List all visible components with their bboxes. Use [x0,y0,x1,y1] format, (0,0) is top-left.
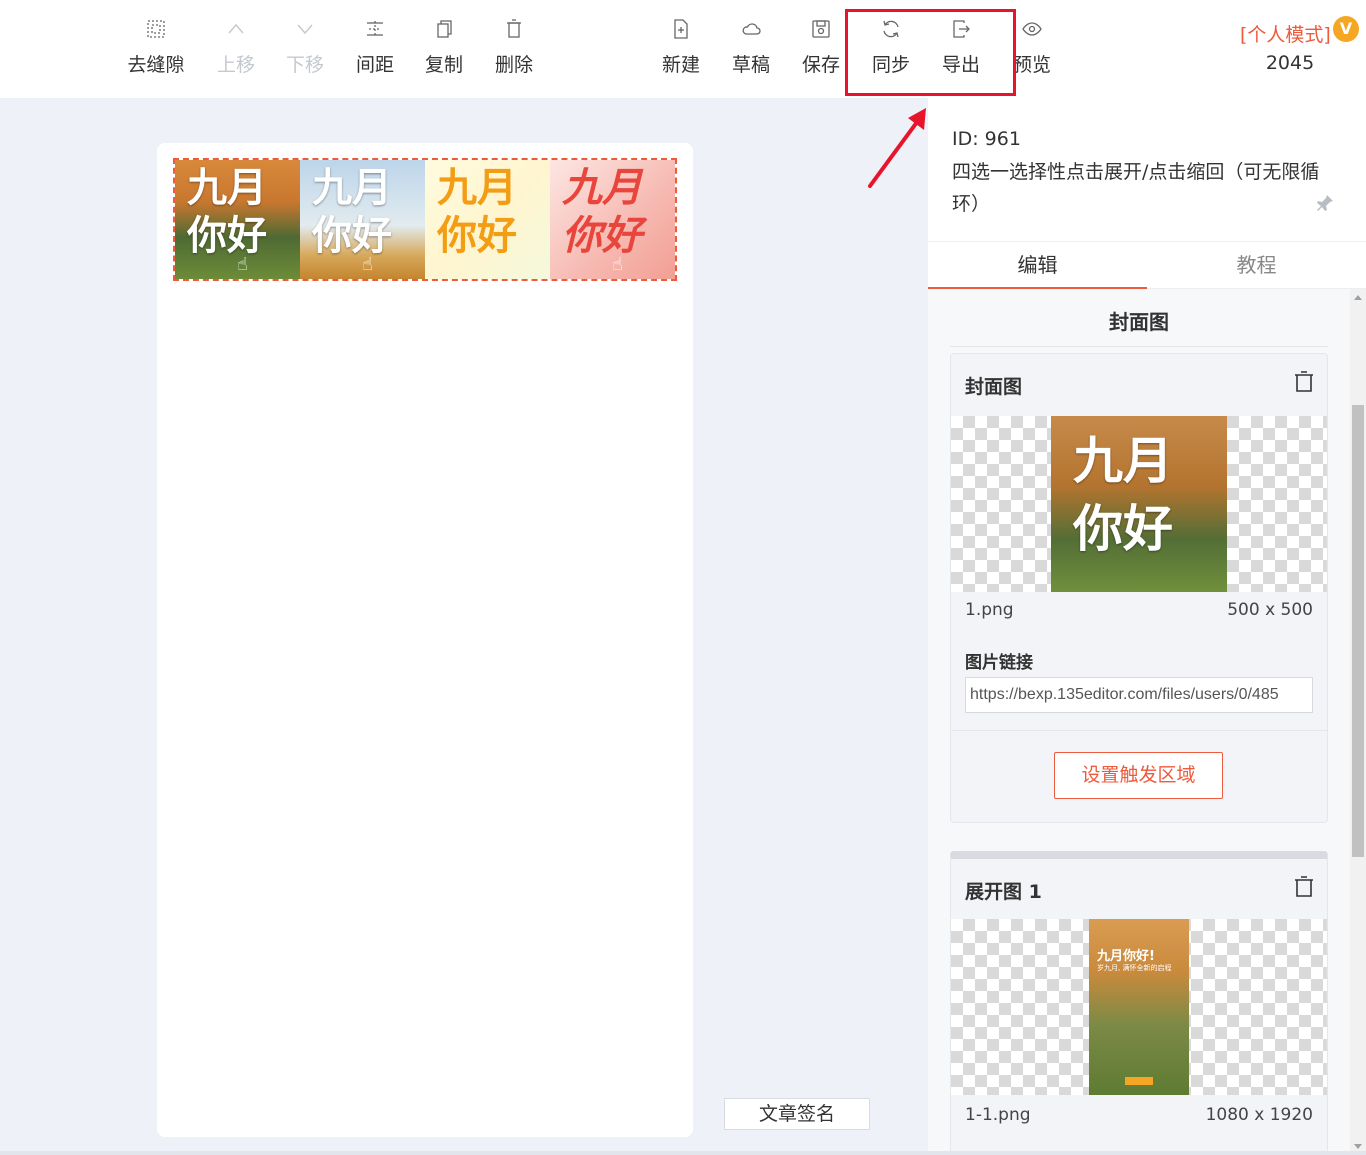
delete-label: 删除 [494,54,533,76]
export-button[interactable]: 导出 [926,18,996,77]
tile-1-line2: 你好 [187,212,267,259]
expand-image-preview[interactable]: 九月你好! 岁九月, 满怀全新的启程 [951,919,1327,1095]
banner-tile-4[interactable]: 九月 你好 ☝ [550,160,675,279]
trash-icon[interactable] [1293,875,1315,899]
expand-thumb-line1: 九月你好! [1097,949,1155,964]
arrow-up-icon [201,18,271,46]
new-button[interactable]: 新建 [646,18,716,77]
tab-tutorial[interactable]: 教程 [1147,242,1366,289]
vip-badge: V [1333,16,1359,42]
cover-image-preview[interactable]: 九月 你好 [951,416,1327,592]
cloud-icon [716,18,786,46]
component-description: 四选一选择性点击展开/点击缩回（可无限循环） [952,161,1320,215]
copy-label: 复制 [424,54,463,76]
save-button[interactable]: 保存 [786,18,856,77]
hand-pointer-icon: ☝ [612,254,623,275]
hand-pointer-icon: ☝ [237,254,248,275]
thumb-tag [1125,1077,1153,1085]
expand-card-title: 展开图 1 [965,881,1042,903]
spacing-icon [340,18,410,46]
panel-tabs: 编辑 教程 [928,241,1366,289]
tile-2-line1: 九月 [312,164,392,211]
card-divider [951,730,1327,731]
expand-file-size: 1080 x 1920 [1205,1105,1313,1125]
move-up-label: 上移 [216,54,255,76]
copy-icon [409,18,479,46]
cover-thumb-line1: 九月 [1073,431,1173,490]
save-label: 保存 [801,54,840,76]
preview-label: 预览 [1012,54,1051,76]
set-trigger-area-button[interactable]: 设置触发区域 [1054,752,1223,799]
copy-button[interactable]: 复制 [409,18,479,77]
cover-thumb-line2: 你好 [1073,499,1173,558]
banner-tile-2[interactable]: 九月 你好 ☝ [300,160,425,279]
selected-banner-component[interactable]: 九月 你好 ☝ 九月 你好 ☝ 九月 你好 九月 你好 ☝ [173,158,677,281]
cover-thumbnail: 九月 你好 [1051,416,1227,592]
sync-button[interactable]: 同步 [856,18,926,77]
personal-mode-toggle[interactable]: [个人模式] [1240,20,1331,47]
expand-image-card: 展开图 1 九月你好! 岁九月, 满怀全新的启程 1-1.png 1080 x … [950,851,1328,1155]
tab-edit[interactable]: 编辑 [928,242,1147,289]
remove-gap-label: 去缝隙 [127,54,185,76]
move-up-button[interactable]: 上移 [201,18,271,77]
tile-1-line1: 九月 [187,164,267,211]
gap-remove-icon [121,18,191,46]
sync-icon [856,18,926,46]
article-canvas: 九月 你好 ☝ 九月 你好 ☝ 九月 你好 九月 你好 ☝ [157,143,693,1137]
banner-tile-3[interactable]: 九月 你好 [425,160,550,279]
trash-icon[interactable] [1293,370,1315,394]
tile-3-line2: 你好 [437,212,517,259]
new-file-icon [646,18,716,46]
eye-icon [997,18,1067,46]
tile-4-line1: 九月 [562,164,642,211]
draft-label: 草稿 [731,54,770,76]
remove-gap-button[interactable]: 去缝隙 [121,18,191,77]
cover-image-card: 封面图 九月 你好 1.png 500 x 500 图片链接 设置触发区域 [950,353,1328,823]
cover-file-name: 1.png [965,600,1014,620]
image-link-input[interactable] [965,677,1313,713]
spacing-label: 间距 [355,54,394,76]
usage-count: 2045 [1265,52,1315,74]
trash-icon [479,18,549,46]
bottom-divider [0,1151,1366,1155]
image-link-label: 图片链接 [965,653,1033,673]
top-toolbar: 去缝隙 上移 下移 间距 复制 删除 新建 草稿 保存 同步 导出 预览 [个人… [0,0,1366,98]
panel-scrollbar[interactable] [1350,289,1366,1155]
new-label: 新建 [661,54,700,76]
expand-thumbnail: 九月你好! 岁九月, 满怀全新的启程 [1089,919,1189,1095]
save-icon [786,18,856,46]
section-title: 封面图 [950,297,1328,347]
sync-label: 同步 [871,54,910,76]
expand-thumb-line2: 岁九月, 满怀全新的启程 [1097,964,1172,972]
export-icon [926,18,996,46]
article-signature-button[interactable]: 文章签名 [724,1098,870,1130]
hand-pointer-icon: ☝ [362,254,373,275]
component-settings-panel: ID: 961 四选一选择性点击展开/点击缩回（可无限循环） 编辑 教程 封面图… [928,98,1366,1155]
tile-2-line2: 你好 [312,212,392,259]
cover-card-title: 封面图 [965,376,1023,398]
expand-file-name: 1-1.png [965,1105,1031,1125]
scroll-down-icon[interactable] [1354,1144,1362,1149]
banner-tile-1[interactable]: 九月 你好 ☝ [175,160,300,279]
tile-4-line2: 你好 [562,212,642,259]
component-id: ID: 961 [952,128,1021,150]
scrollbar-thumb[interactable] [1352,405,1364,857]
pin-icon[interactable] [1316,194,1334,212]
spacing-button[interactable]: 间距 [340,18,410,77]
move-down-button[interactable]: 下移 [270,18,340,77]
arrow-down-icon [270,18,340,46]
preview-button[interactable]: 预览 [997,18,1067,77]
tile-3-line1: 九月 [437,164,517,211]
draft-button[interactable]: 草稿 [716,18,786,77]
panel-scroll-area: 封面图 封面图 九月 你好 1.png 500 x 500 图片链接 设置触发区… [928,289,1366,1155]
scroll-up-icon[interactable] [1354,295,1362,300]
export-label: 导出 [941,54,980,76]
move-down-label: 下移 [285,54,324,76]
cover-file-size: 500 x 500 [1227,600,1313,620]
delete-button[interactable]: 删除 [479,18,549,77]
